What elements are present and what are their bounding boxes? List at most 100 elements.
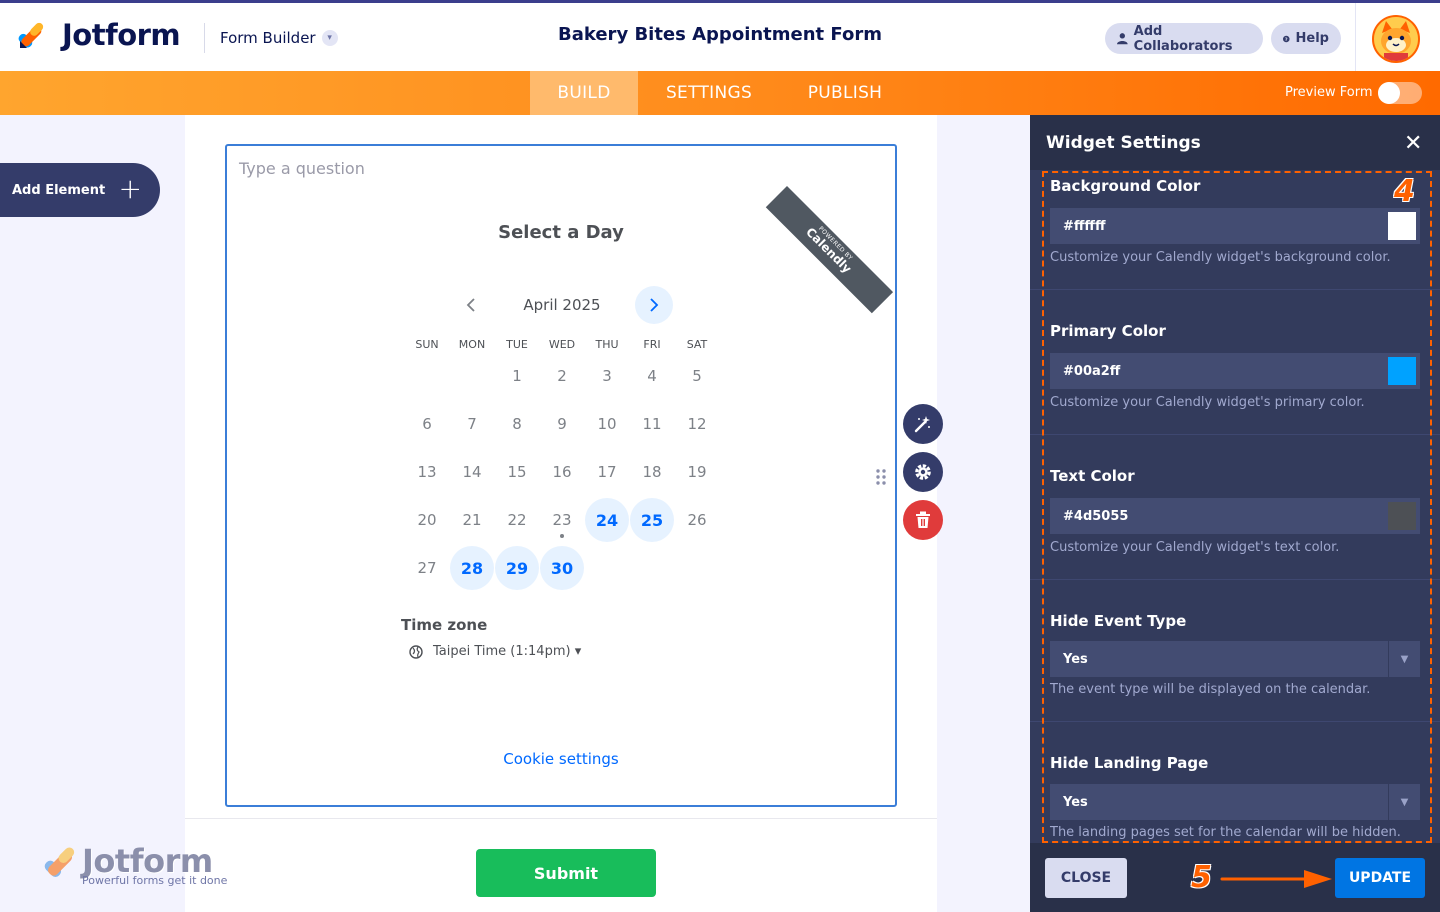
setting-label: Primary Color	[1050, 322, 1166, 340]
weekday-header: THU	[595, 338, 619, 351]
caret-down-icon: ▼	[1388, 784, 1420, 820]
tab-publish[interactable]: PUBLISH	[790, 71, 900, 115]
color-value: #ffffff	[1063, 218, 1106, 234]
help-button[interactable]: ? Help	[1271, 23, 1341, 54]
previous-month-button[interactable]	[457, 286, 485, 324]
today-indicator	[560, 534, 564, 538]
calendar-day: 27	[417, 559, 437, 577]
setting-label: Hide Landing Page	[1050, 754, 1209, 772]
preview-form-toggle[interactable]	[1378, 82, 1422, 104]
calendar-day: 4	[647, 367, 657, 385]
globe-icon	[409, 644, 423, 659]
pointer-arrow-icon	[1220, 870, 1332, 888]
weekday-header: WED	[548, 338, 576, 351]
question-icon: ?	[1283, 35, 1290, 42]
setting-background-color: Background Color #ffffff Customize your …	[1030, 170, 1440, 290]
wand-button[interactable]	[903, 404, 943, 444]
setting-description: The landing pages set for the calendar w…	[1050, 825, 1401, 840]
background-color-input[interactable]: #ffffff	[1050, 208, 1420, 244]
calendar-day: 11	[642, 415, 662, 433]
setting-text-color: Text Color #4d5055 Customize your Calend…	[1030, 435, 1440, 580]
month-navigation: April 2025	[457, 286, 675, 324]
calendar-day: 13	[417, 463, 437, 481]
color-swatch[interactable]	[1388, 212, 1416, 240]
add-element-button[interactable]: Add Element +	[0, 163, 160, 217]
watermark-tagline: Powerful forms get it done	[82, 874, 228, 887]
calendar-day: 17	[597, 463, 617, 481]
chevron-left-icon	[466, 298, 475, 312]
question-input[interactable]: Type a question	[239, 159, 365, 178]
properties-button[interactable]	[903, 452, 943, 492]
ribbon-brand: Calendly	[803, 224, 855, 276]
close-icon[interactable]: ✕	[1404, 131, 1422, 156]
header-divider	[204, 23, 205, 53]
text-color-input[interactable]: #4d5055	[1050, 498, 1420, 534]
current-month: April 2025	[523, 296, 601, 314]
calendar-day: 18	[642, 463, 662, 481]
add-collaborators-button[interactable]: Add Collaborators	[1105, 23, 1263, 54]
calendar-day: 8	[512, 415, 522, 433]
update-button[interactable]: UPDATE	[1335, 858, 1425, 898]
setting-label: Hide Event Type	[1050, 612, 1187, 630]
plus-icon: +	[118, 172, 142, 205]
next-month-button[interactable]	[635, 286, 673, 324]
tab-settings[interactable]: SETTINGS	[650, 71, 768, 115]
timezone-label: Time zone	[401, 616, 488, 634]
calendar-day: 14	[462, 463, 482, 481]
weekday-header: MON	[458, 338, 486, 351]
submit-button[interactable]: Submit	[476, 849, 656, 897]
color-swatch[interactable]	[1388, 502, 1416, 530]
tab-build[interactable]: BUILD	[530, 71, 638, 115]
jotform-watermark: Jotform Powerful forms get it done	[44, 842, 234, 892]
calendar-day: 7	[467, 415, 477, 433]
timezone-value: Taipei Time (1:14pm) ▾	[433, 644, 582, 659]
calendar-day-available[interactable]: 29	[495, 546, 539, 590]
weekday-header: FRI	[643, 338, 661, 351]
powered-by-calendly-ribbon: POWERED BY Calendly	[765, 186, 894, 314]
close-button[interactable]: CLOSE	[1045, 858, 1127, 898]
calendar-day-available[interactable]: 24	[585, 498, 629, 542]
chevron-down-icon: ▾	[321, 30, 338, 46]
jotform-logo[interactable]: Jotform	[18, 18, 181, 52]
form-footer-divider	[185, 818, 937, 819]
cookie-settings-link[interactable]: Cookie settings	[227, 750, 895, 768]
settings-list: Background Color #ffffff Customize your …	[1030, 170, 1440, 843]
calendar-day: 6	[422, 415, 432, 433]
user-avatar[interactable]	[1372, 15, 1420, 63]
caret-down-icon: ▼	[1388, 641, 1420, 677]
brand-name: Jotform	[62, 18, 181, 52]
gear-icon	[915, 464, 931, 480]
hide-landing-page-select[interactable]: Yes ▼	[1050, 784, 1420, 820]
setting-description: Customize your Calendly widget's primary…	[1050, 395, 1365, 410]
calendar-day: 22	[507, 511, 527, 529]
top-header: Jotform Form Builder ▾ Bakery Bites Appo…	[0, 0, 1440, 74]
timezone-selector[interactable]: Taipei Time (1:14pm) ▾	[409, 644, 581, 659]
select-value: Yes	[1063, 651, 1088, 667]
calendar-day-available[interactable]: 28	[450, 546, 494, 590]
setting-label: Text Color	[1050, 467, 1135, 485]
primary-color-input[interactable]: #00a2ff	[1050, 353, 1420, 389]
header-separator	[1355, 3, 1356, 74]
calendar-day: 1	[512, 367, 522, 385]
calendar-day-available[interactable]: 25	[630, 498, 674, 542]
delete-button[interactable]	[903, 500, 943, 540]
weekday-header: SUN	[415, 338, 439, 351]
calendar-day: 3	[602, 367, 612, 385]
calendar-day: 10	[597, 415, 617, 433]
setting-label: Background Color	[1050, 177, 1201, 195]
hide-event-type-select[interactable]: Yes ▼	[1050, 641, 1420, 677]
calendar-day: 15	[507, 463, 527, 481]
calendar-day: 19	[687, 463, 707, 481]
setting-primary-color: Primary Color #00a2ff Customize your Cal…	[1030, 290, 1440, 435]
help-label: Help	[1295, 31, 1329, 46]
calendar-day: 16	[552, 463, 572, 481]
weekday-header: SAT	[686, 338, 708, 351]
calendly-widget[interactable]: Type a question POWERED BY Calendly Sele…	[225, 144, 897, 807]
calendar-day: 26	[687, 511, 707, 529]
panel-title: Widget Settings	[1046, 133, 1201, 153]
color-swatch[interactable]	[1388, 357, 1416, 385]
drag-handle-icon[interactable]	[875, 468, 887, 486]
form-builder-dropdown[interactable]: Form Builder ▾	[220, 29, 338, 47]
calendar-day-available[interactable]: 30	[540, 546, 584, 590]
preview-form-label: Preview Form	[1285, 85, 1373, 100]
